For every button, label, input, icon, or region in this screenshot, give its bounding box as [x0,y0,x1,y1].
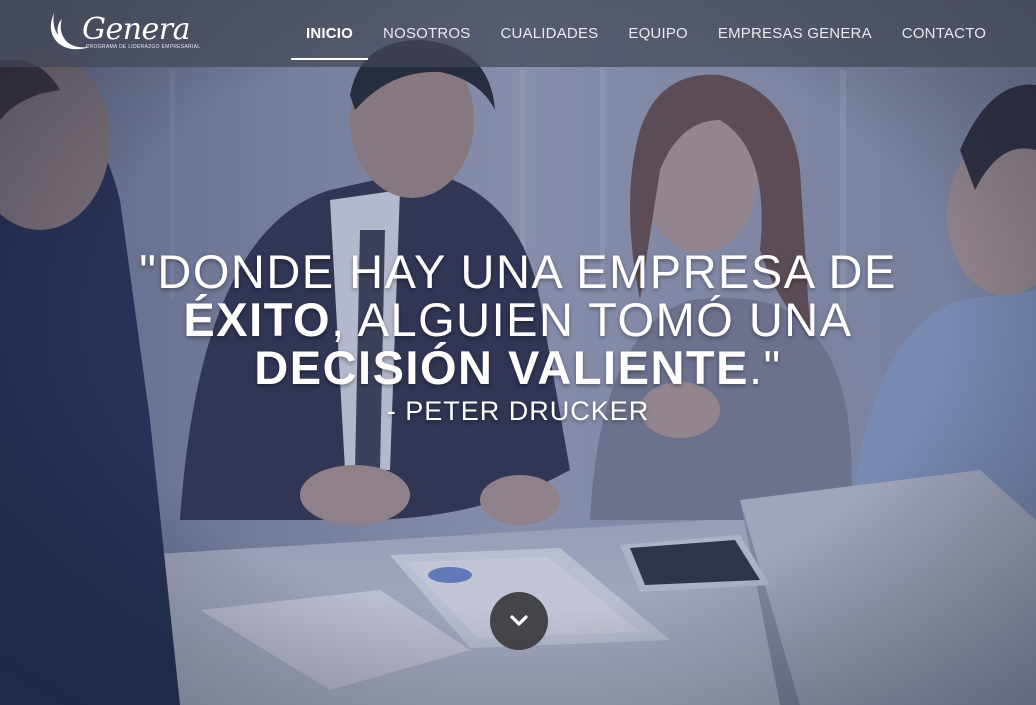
nav-item-equipo[interactable]: EQUIPO [613,0,703,67]
quote-text: , ALGUIEN TOMÓ UNA [331,293,853,346]
nav-item-inicio[interactable]: INICIO [291,0,369,67]
top-navbar: Genera PROGRAMA DE LIDERAZGO EMPRESARIAL… [0,0,1036,67]
nav-item-empresas-genera[interactable]: EMPRESAS GENERA [703,0,887,67]
quote-emphasis: ÉXITO [183,293,332,346]
nav-item-cualidades[interactable]: CUALIDADES [486,0,614,67]
quote-author: - PETER DRUCKER [386,396,650,426]
logo-wordmark: Genera [82,12,191,47]
scroll-down-button[interactable] [490,592,548,650]
quote-line-2: ÉXITO, ALGUIEN TOMÓ UNA [0,296,1036,344]
main-nav: INICIO NOSOTROS CUALIDADES EQUIPO EMPRES… [291,0,1001,67]
quote-text: ." [748,341,782,394]
quote-line-1: "DONDE HAY UNA EMPRESA DE [0,248,1036,296]
quote-text: "DONDE HAY UNA EMPRESA DE [139,245,897,298]
nav-item-label: INICIO [306,25,354,42]
nav-item-label: CONTACTO [901,25,987,42]
nav-item-nosotros[interactable]: NOSOTROS [368,0,485,67]
nav-item-contacto[interactable]: CONTACTO [887,0,1001,67]
logo-tagline: PROGRAMA DE LIDERAZGO EMPRESARIAL [86,44,201,50]
quote-line-3: DECISIÓN VALIENTE." [0,344,1036,392]
nav-item-label: CUALIDADES [500,25,599,42]
nav-item-label: EQUIPO [628,25,688,42]
chevron-down-icon [510,615,528,626]
nav-item-label: EMPRESAS GENERA [717,25,872,42]
hero-quote: "DONDE HAY UNA EMPRESA DE ÉXITO, ALGUIEN… [0,248,1036,428]
page: Genera PROGRAMA DE LIDERAZGO EMPRESARIAL… [0,0,1036,705]
nav-item-label: NOSOTROS [383,25,471,42]
genera-logo[interactable]: Genera PROGRAMA DE LIDERAZGO EMPRESARIAL [44,9,204,53]
quote-emphasis: DECISIÓN VALIENTE [254,341,749,394]
